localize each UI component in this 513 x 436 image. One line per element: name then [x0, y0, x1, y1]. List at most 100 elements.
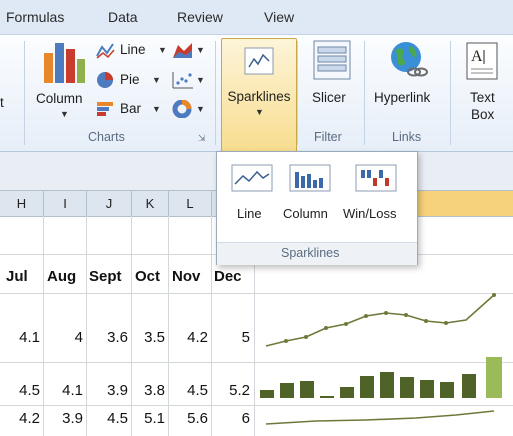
sparklines-footer-label: Sparklines — [281, 246, 340, 260]
winloss-option-label: Win/Loss — [343, 206, 397, 221]
cell[interactable]: 4.1 — [0, 329, 40, 346]
chevron-down-icon: ▼ — [158, 45, 167, 55]
partial-button-label[interactable]: t — [0, 95, 4, 110]
cell[interactable]: 4.1 — [43, 382, 83, 399]
column-header-h[interactable]: H — [0, 191, 44, 216]
column-sparkline-icon — [289, 164, 331, 192]
cell[interactable]: 3.9 — [43, 410, 83, 427]
month-header-jul: Jul — [6, 268, 28, 285]
line-option-label: Line — [237, 206, 262, 221]
pie-chart-icon — [97, 72, 113, 88]
sparklines-dropdown: Line Column Win/Loss Sparklines — [216, 151, 418, 265]
hyperlink-label: Hyperlink — [374, 90, 431, 105]
slicer-icon — [313, 40, 351, 80]
area-chart-button[interactable]: ▼ — [172, 41, 208, 61]
bar-chart-icon — [97, 102, 113, 116]
slicer-button[interactable]: Slicer — [305, 40, 359, 110]
sparklines-area — [260, 293, 502, 425]
group-separator — [24, 41, 25, 145]
column-label: Column — [36, 91, 83, 106]
tab-review[interactable]: Review — [177, 9, 223, 25]
tab-formulas[interactable]: Formulas — [6, 9, 64, 25]
column-chart-button[interactable]: Column ▼ — [36, 39, 92, 123]
cell[interactable]: 5 — [210, 329, 250, 346]
sparklines-dropdown-footer: Sparklines — [217, 242, 417, 265]
globe-link-icon — [391, 42, 428, 77]
cell[interactable]: 3.5 — [131, 329, 165, 346]
month-header-dec: Dec — [214, 268, 242, 285]
svg-text:A: A — [471, 48, 483, 65]
bar-chart-button[interactable]: Bar ▼ — [96, 100, 170, 120]
sparklines-label: Sparklines — [227, 89, 291, 104]
cell[interactable]: 4.2 — [168, 329, 208, 346]
line-sparkline[interactable] — [265, 293, 496, 347]
cell[interactable]: 3.6 — [88, 329, 128, 346]
column-sparkline[interactable] — [260, 357, 502, 398]
dialog-launcher-icon[interactable]: ⇲ — [198, 133, 206, 144]
column-chart-icon — [44, 43, 85, 83]
scatter-chart-icon — [172, 72, 193, 89]
selected-column-header[interactable] — [416, 191, 513, 216]
ribbon-tab-bar: Formulas Data Review View — [0, 0, 513, 35]
column-header-j[interactable]: J — [87, 191, 132, 216]
cell[interactable]: 3.9 — [88, 382, 128, 399]
pie-chart-button[interactable]: Pie ▼ — [96, 71, 170, 91]
cell[interactable]: 4.5 — [0, 382, 40, 399]
chevron-down-icon: ▼ — [152, 104, 161, 114]
group-separator — [364, 41, 365, 145]
chevron-down-icon: ▼ — [196, 104, 205, 114]
group-separator — [215, 41, 216, 145]
month-header-oct: Oct — [135, 268, 161, 285]
scatter-chart-button[interactable]: ▼ — [172, 71, 208, 91]
sparkline-column-option[interactable]: Column — [281, 160, 349, 238]
slicer-label: Slicer — [312, 90, 346, 105]
cell[interactable]: 4 — [43, 329, 83, 346]
month-header-aug: Aug — [47, 268, 77, 285]
links-group-label: Links — [392, 130, 422, 144]
cell[interactable]: 4.5 — [168, 382, 208, 399]
cell[interactable]: 3.8 — [131, 382, 165, 399]
line-chart-icon — [96, 43, 115, 59]
line-sparkline[interactable] — [265, 410, 495, 425]
chevron-down-icon: ▼ — [196, 45, 205, 55]
line-label: Line — [120, 42, 146, 57]
tab-view[interactable]: View — [264, 9, 294, 25]
text-box-label-line1: Text — [470, 90, 495, 105]
text-box-button[interactable]: A Text Box — [458, 40, 510, 122]
text-box-label-line2: Box — [471, 107, 495, 122]
column-header-i[interactable]: I — [44, 191, 87, 216]
area-chart-icon — [173, 43, 192, 58]
group-separator — [450, 41, 451, 145]
text-box-icon: A — [466, 42, 498, 80]
chevron-down-icon: ▼ — [255, 107, 264, 117]
doughnut-chart-icon — [172, 99, 192, 119]
column-header-k[interactable]: K — [132, 191, 169, 216]
sparkline-line-option[interactable]: Line — [223, 160, 283, 238]
line-chart-button[interactable]: Line ▼ — [96, 41, 174, 61]
column-option-label: Column — [283, 206, 328, 221]
sparklines-button[interactable]: Sparklines ▼ — [221, 38, 297, 152]
cell[interactable]: 5.2 — [210, 382, 250, 399]
cell[interactable]: 4.5 — [88, 410, 128, 427]
month-header-nov: Nov — [172, 268, 201, 285]
charts-group-label: Charts — [88, 130, 125, 144]
filter-group-label: Filter — [314, 130, 342, 144]
cell[interactable]: 5.6 — [168, 410, 208, 427]
bar-label: Bar — [120, 101, 142, 116]
pie-label: Pie — [120, 72, 140, 87]
cell[interactable]: 6 — [210, 410, 250, 427]
cell[interactable]: 5.1 — [131, 410, 165, 427]
other-charts-button[interactable]: ▼ — [172, 99, 208, 120]
group-separator — [297, 41, 298, 145]
tab-data[interactable]: Data — [108, 9, 138, 25]
sparkline-winloss-option[interactable]: Win/Loss — [343, 160, 413, 238]
cell[interactable]: 4.2 — [0, 410, 40, 427]
sparkline-icon — [244, 47, 274, 75]
hyperlink-button[interactable]: Hyperlink — [372, 40, 444, 110]
chevron-down-icon: ▼ — [152, 75, 161, 85]
chevron-down-icon: ▼ — [60, 109, 69, 119]
chevron-down-icon: ▼ — [196, 75, 205, 85]
month-header-sept: Sept — [89, 268, 122, 285]
column-header-l[interactable]: L — [169, 191, 212, 216]
line-sparkline-icon — [231, 164, 273, 192]
